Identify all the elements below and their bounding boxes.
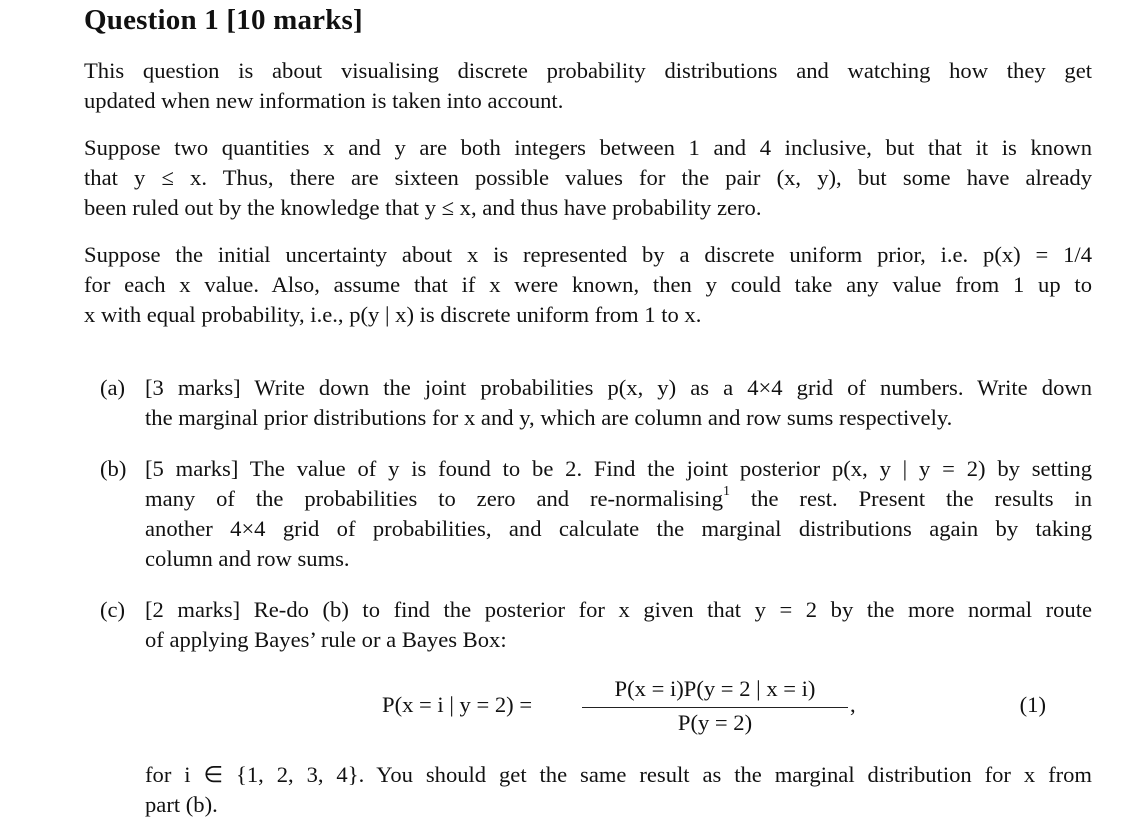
part-c-line: of applying Bayes’ rule or a Bayes Box: xyxy=(145,627,507,652)
part-c-label: (c) xyxy=(100,597,126,622)
part-a-label: (a) xyxy=(100,375,126,400)
fraction-bar xyxy=(582,707,848,709)
part-a-line: [3 marks] Write down the joint probabili… xyxy=(145,375,1092,400)
part-a-text: [3 marks] Write down the joint probabili… xyxy=(145,373,1092,433)
setup-line: that y ≤ x. Thus, there are sixteen poss… xyxy=(84,165,1092,190)
part-c-line: [2 marks] Re-do (b) to find the posterio… xyxy=(145,597,1092,622)
part-c-after-line: part (b). xyxy=(145,792,218,817)
part-c-after-text: for i ∈ {1, 2, 3, 4}. You should get the… xyxy=(145,760,1092,820)
prior-paragraph: Suppose the initial uncertainty about x … xyxy=(84,240,1092,330)
prior-line: x with equal probability, i.e., p(y | x)… xyxy=(84,302,702,327)
setup-line: Suppose two quantities x and y are both … xyxy=(84,135,1092,160)
part-b-line: [5 marks] The value of y is found to be … xyxy=(145,456,1092,481)
equation-fraction: P(x = i)P(y = 2 | x = i) P(y = 2) xyxy=(582,676,848,736)
part-b-line: many of the probabilities to zero and re… xyxy=(145,484,1092,514)
part-a-line: the marginal prior distributions for x a… xyxy=(145,405,953,430)
setup-line: been ruled out by the knowledge that y ≤… xyxy=(84,195,762,220)
intro-line: updated when new information is taken in… xyxy=(84,88,564,113)
equation-number: (1) xyxy=(1019,692,1046,717)
footnote-marker: 1 xyxy=(723,484,730,500)
part-c-text: [2 marks] Re-do (b) to find the posterio… xyxy=(145,595,1092,655)
question-title: Question 1 [10 marks] xyxy=(84,4,363,36)
equation-numerator: P(x = i)P(y = 2 | x = i) xyxy=(614,676,816,701)
part-b-line-start: many of the probabilities to zero and re… xyxy=(145,486,723,511)
part-b-text: [5 marks] The value of y is found to be … xyxy=(145,454,1092,574)
equation-trailing: , xyxy=(850,692,856,717)
part-c-after-line: for i ∈ {1, 2, 3, 4}. You should get the… xyxy=(145,762,1092,787)
setup-paragraph: Suppose two quantities x and y are both … xyxy=(84,133,1092,223)
prior-line: Suppose the initial uncertainty about x … xyxy=(84,242,1092,267)
intro-line: This question is about visualising discr… xyxy=(84,58,1092,83)
part-b-line-end: the rest. Present the results in xyxy=(750,486,1092,511)
part-b-label: (b) xyxy=(100,456,127,481)
prior-line: for each x value. Also, assume that if x… xyxy=(84,272,1092,297)
part-b-line: another 4×4 grid of probabilities, and c… xyxy=(145,516,1092,541)
equation-lhs: P(x = i | y = 2) = xyxy=(382,692,533,717)
part-b-line: column and row sums. xyxy=(145,546,350,571)
intro-paragraph: This question is about visualising discr… xyxy=(84,56,1092,116)
equation-denominator: P(y = 2) xyxy=(677,710,753,736)
